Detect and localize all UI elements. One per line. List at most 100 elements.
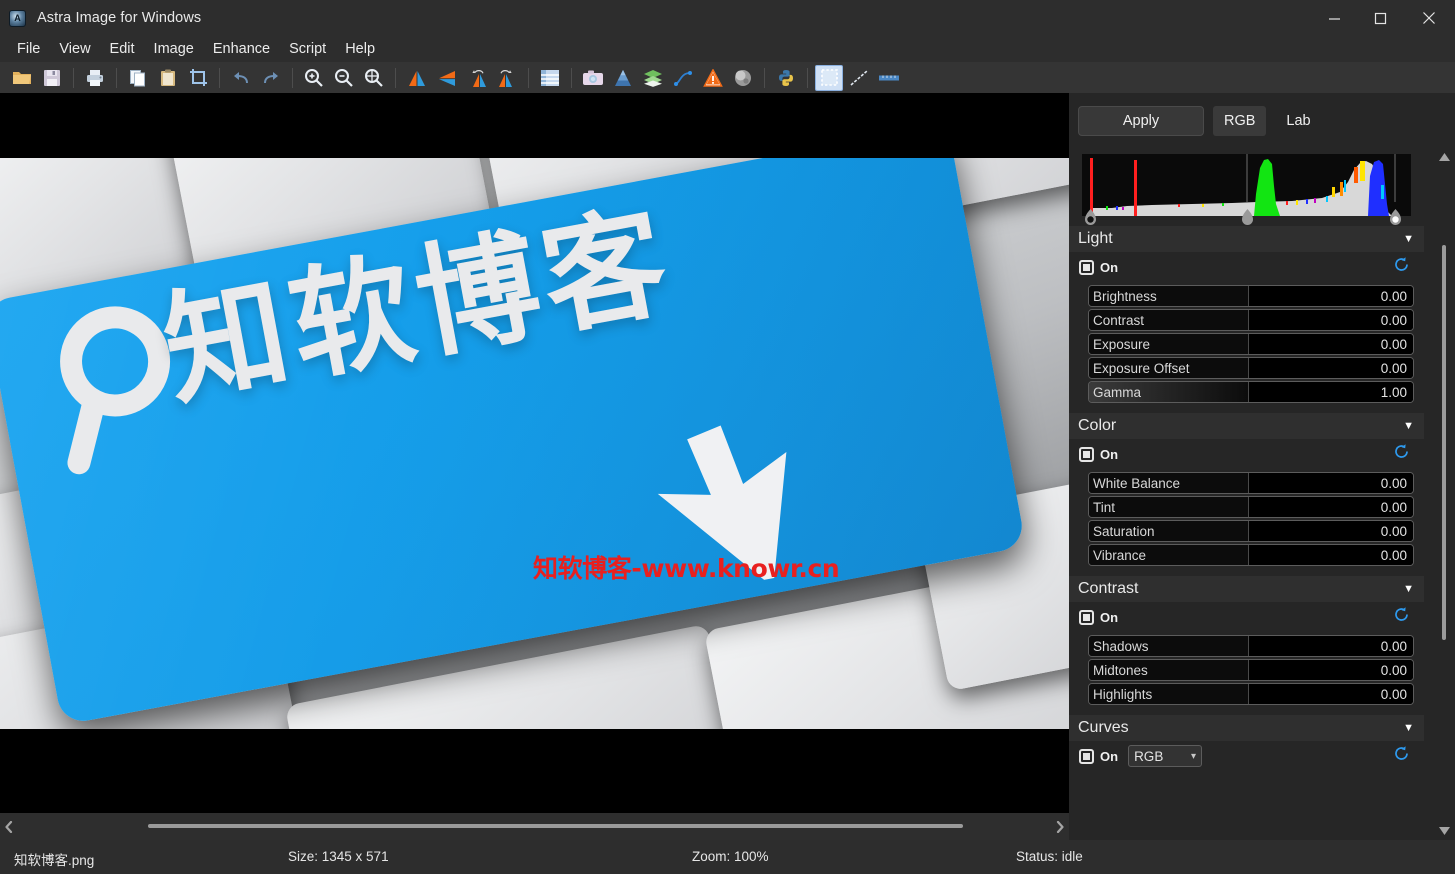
redo-icon[interactable] (257, 65, 285, 91)
field-brightness[interactable]: Brightness 0.00 (1088, 285, 1414, 307)
stack-layers-icon[interactable] (639, 65, 667, 91)
camera-icon[interactable] (579, 65, 607, 91)
color-on-checkbox[interactable] (1079, 446, 1094, 462)
panel-scroll-thumb[interactable] (1442, 245, 1446, 640)
reset-icon[interactable] (1393, 606, 1410, 628)
chevron-right-icon[interactable] (1051, 820, 1069, 833)
black-point-slider[interactable] (1084, 209, 1097, 226)
field-white-balance[interactable]: White Balance 0.00 (1088, 472, 1414, 494)
field-value-exposure-offset[interactable]: 0.00 (1249, 358, 1413, 378)
layers-table-icon[interactable] (536, 65, 564, 91)
sphere-icon[interactable] (729, 65, 757, 91)
triangle-down-icon[interactable] (1433, 822, 1455, 840)
rotate-left-icon[interactable] (463, 65, 491, 91)
field-value-contrast[interactable]: 0.00 (1249, 310, 1413, 330)
white-point-slider[interactable] (1389, 209, 1402, 226)
rotate-right-icon[interactable] (493, 65, 521, 91)
rectangle-select-icon[interactable] (815, 64, 843, 91)
field-midtones[interactable]: Midtones 0.00 (1088, 659, 1414, 681)
panel-toolbar: Apply RGB Lab (1069, 93, 1455, 148)
menu-item-help[interactable]: Help (336, 38, 384, 60)
field-highlights[interactable]: Highlights 0.00 (1088, 683, 1414, 705)
copy-icon[interactable] (124, 65, 152, 91)
field-value-highlights[interactable]: 0.00 (1249, 684, 1413, 704)
undo-icon[interactable] (227, 65, 255, 91)
panel-vertical-scrollbar[interactable] (1433, 148, 1455, 840)
zoom-fit-icon[interactable] (360, 65, 388, 91)
toolbar-separator (292, 67, 293, 88)
contrast-on-checkbox[interactable] (1079, 609, 1094, 625)
reset-icon[interactable] (1393, 256, 1410, 278)
section-header-contrast[interactable]: Contrast ▼ (1069, 576, 1424, 602)
toolbar-separator (571, 67, 572, 88)
field-exposure[interactable]: Exposure 0.00 (1088, 333, 1414, 355)
field-shadows[interactable]: Shadows 0.00 (1088, 635, 1414, 657)
field-value-tint[interactable]: 0.00 (1249, 497, 1413, 517)
toolbar-separator (807, 67, 808, 88)
line-tool-icon[interactable] (845, 65, 873, 91)
field-value-white-balance[interactable]: 0.00 (1249, 473, 1413, 493)
chevron-down-icon[interactable]: ▼ (1403, 420, 1414, 432)
chevron-down-icon[interactable]: ▼ (1403, 722, 1414, 734)
field-vibrance[interactable]: Vibrance 0.00 (1088, 544, 1414, 566)
chevron-left-icon[interactable] (0, 820, 18, 833)
reset-icon[interactable] (1393, 443, 1410, 465)
tab-lab[interactable]: Lab (1275, 106, 1321, 136)
field-tint[interactable]: Tint 0.00 (1088, 496, 1414, 518)
zoom-out-icon[interactable] (330, 65, 358, 91)
tab-rgb[interactable]: RGB (1213, 105, 1267, 136)
field-contrast[interactable]: Contrast 0.00 (1088, 309, 1414, 331)
horizontal-scroll-track[interactable] (18, 813, 1051, 840)
python-icon[interactable] (772, 65, 800, 91)
horizontal-scroll-thumb[interactable] (148, 824, 963, 828)
field-value-exposure[interactable]: 0.00 (1249, 334, 1413, 354)
rgb-histogram[interactable] (1082, 154, 1411, 225)
field-value-vibrance[interactable]: 0.00 (1249, 545, 1413, 565)
menu-item-script[interactable]: Script (280, 38, 335, 60)
field-exposure-offset[interactable]: Exposure Offset 0.00 (1088, 357, 1414, 379)
section-header-color[interactable]: Color ▼ (1069, 413, 1424, 439)
section-header-light[interactable]: Light ▼ (1069, 226, 1424, 252)
field-value-saturation[interactable]: 0.00 (1249, 521, 1413, 541)
flip-horizontal-icon[interactable] (403, 65, 431, 91)
paste-icon[interactable] (154, 65, 182, 91)
minimize-icon[interactable] (1312, 0, 1357, 36)
reset-icon[interactable] (1393, 745, 1410, 767)
field-value-shadows[interactable]: 0.00 (1249, 636, 1413, 656)
curves-on-checkbox[interactable] (1079, 748, 1094, 764)
menu-item-file[interactable]: File (8, 38, 49, 60)
apply-button[interactable]: Apply (1078, 105, 1204, 136)
menu-item-view[interactable]: View (50, 38, 99, 60)
field-value-brightness[interactable]: 0.00 (1249, 286, 1413, 306)
horizontal-scrollbar[interactable] (0, 813, 1069, 840)
gradient-triangle-icon[interactable] (609, 65, 637, 91)
zoom-in-icon[interactable] (300, 65, 328, 91)
field-value-midtones[interactable]: 0.00 (1249, 660, 1413, 680)
menu-item-image[interactable]: Image (145, 38, 203, 60)
print-icon[interactable] (81, 65, 109, 91)
chevron-down-icon[interactable]: ▼ (1403, 583, 1414, 595)
maximize-icon[interactable] (1358, 0, 1403, 36)
section-header-curves[interactable]: Curves ▼ (1069, 715, 1424, 741)
field-label-white-balance: White Balance (1089, 473, 1249, 493)
field-gamma[interactable]: Gamma 1.00 (1088, 381, 1414, 403)
mid-point-slider[interactable] (1241, 209, 1254, 226)
field-value-gamma[interactable]: 1.00 (1249, 382, 1413, 402)
chevron-down-icon[interactable]: ▼ (1403, 233, 1414, 245)
warning-triangle-icon[interactable] (699, 65, 727, 91)
crop-icon[interactable] (184, 65, 212, 91)
field-saturation[interactable]: Saturation 0.00 (1088, 520, 1414, 542)
ruler-icon[interactable] (875, 65, 903, 91)
curve-node-icon[interactable] (669, 65, 697, 91)
image-canvas[interactable]: 知软博客 知软博客-www.knowr.cn (0, 93, 1069, 813)
triangle-up-icon[interactable] (1433, 148, 1455, 166)
menu-item-edit[interactable]: Edit (101, 38, 144, 60)
close-icon[interactable] (1406, 0, 1451, 36)
curves-channel-select[interactable]: RGB ▾ (1128, 745, 1203, 767)
application-window: A Astra Image for Windows File View Edit… (0, 0, 1455, 874)
flip-vertical-icon[interactable] (433, 65, 461, 91)
light-on-checkbox[interactable] (1079, 259, 1094, 275)
save-file-icon[interactable] (38, 65, 66, 91)
menu-item-enhance[interactable]: Enhance (204, 38, 279, 60)
open-file-icon[interactable] (8, 65, 36, 91)
